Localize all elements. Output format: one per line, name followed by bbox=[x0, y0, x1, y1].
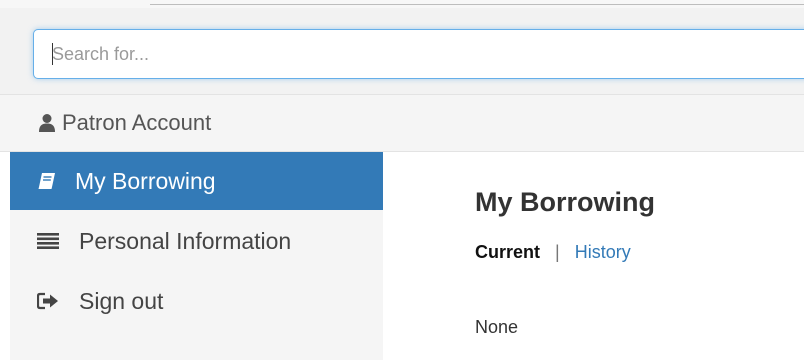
user-icon bbox=[38, 113, 56, 133]
page-title: My Borrowing bbox=[475, 187, 655, 217]
sidebar-item-sign-out[interactable]: Sign out bbox=[10, 272, 383, 330]
sidebar-item-personal-information[interactable]: Personal Information bbox=[10, 212, 383, 270]
sidebar-item-label: Sign out bbox=[79, 287, 164, 314]
text-cursor bbox=[52, 43, 53, 65]
sign-out-icon bbox=[37, 292, 59, 310]
account-title: Patron Account bbox=[62, 110, 212, 135]
tab-history[interactable]: History bbox=[575, 242, 631, 263]
subnav-tabs: Current | History bbox=[475, 242, 631, 263]
top-divider bbox=[150, 4, 804, 5]
sidebar-item-label: Personal Information bbox=[79, 227, 292, 254]
list-icon bbox=[37, 233, 59, 249]
account-header: Patron Account bbox=[0, 94, 804, 152]
book-icon bbox=[37, 171, 57, 191]
tab-separator: | bbox=[555, 242, 560, 262]
top-strip bbox=[0, 0, 804, 8]
sidebar-item-my-borrowing[interactable]: My Borrowing bbox=[10, 152, 383, 210]
sidebar-item-label: My Borrowing bbox=[75, 167, 216, 194]
tab-current[interactable]: Current bbox=[475, 242, 540, 263]
sidebar: My Borrowing Personal Information Sign o… bbox=[10, 152, 383, 360]
search-input[interactable] bbox=[33, 29, 804, 79]
search-bar bbox=[0, 8, 804, 94]
main-content: My Borrowing Current | History None bbox=[383, 152, 804, 360]
empty-state-text: None bbox=[475, 317, 519, 337]
